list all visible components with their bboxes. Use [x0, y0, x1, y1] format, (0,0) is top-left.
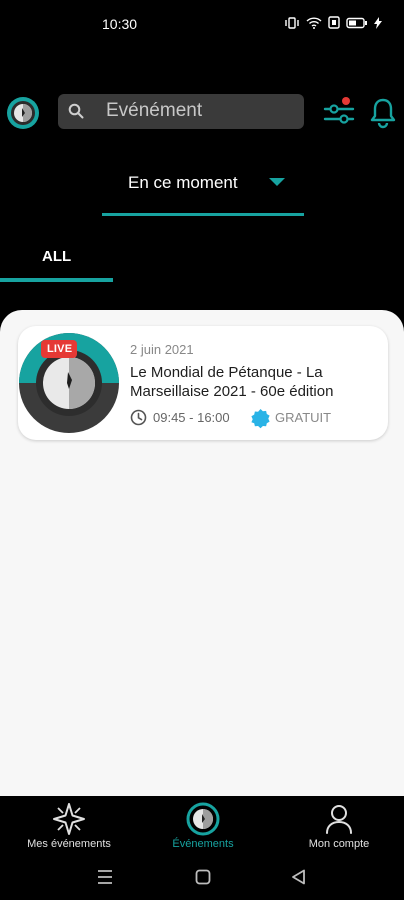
- nav-label: Mon compte: [308, 838, 370, 850]
- clock-icon: [130, 409, 147, 426]
- sim-icon: [328, 16, 340, 29]
- period-label: En ce moment: [128, 173, 238, 192]
- filter-icon[interactable]: [322, 96, 356, 130]
- price-tag-icon: [251, 409, 270, 429]
- live-badge: LIVE: [41, 340, 78, 358]
- nav-mon-compte[interactable]: Mon compte: [274, 796, 404, 856]
- menu-icon[interactable]: [96, 868, 114, 886]
- header: [0, 88, 404, 138]
- battery-icon: [346, 17, 367, 28]
- back-icon[interactable]: [290, 868, 308, 886]
- charging-icon: [374, 16, 382, 29]
- vibrate-icon: [285, 16, 299, 29]
- status-icons: [284, 16, 382, 29]
- system-nav-bar: [0, 856, 404, 900]
- event-title: Le Mondial de Pétanque - La Marseillaise…: [130, 364, 334, 400]
- event-price: GRATUIT: [275, 410, 332, 425]
- bell-icon[interactable]: [368, 96, 398, 130]
- event-card[interactable]: LIVE 2 juin 2021 Le Mondial de Pétanque …: [18, 326, 388, 440]
- nav-mes-evenements[interactable]: Mes événements: [4, 796, 134, 856]
- search-box[interactable]: [58, 94, 304, 129]
- status-time: 10:30: [102, 16, 138, 32]
- user-icon: [326, 805, 352, 834]
- app-logo-icon: [186, 802, 220, 836]
- nav-label: Événements: [172, 838, 234, 850]
- nav-label: Mes événements: [27, 838, 111, 850]
- bottom-nav: Mes événements Événements Mon compte: [0, 796, 404, 856]
- status-bar: 10:30: [0, 0, 404, 50]
- event-date: 2 juin 2021: [130, 342, 194, 357]
- wifi-icon: [306, 16, 322, 29]
- app-logo-icon[interactable]: [6, 96, 40, 130]
- event-time: 09:45 - 16:00: [153, 410, 230, 425]
- caret-down-icon: [269, 178, 285, 186]
- tab-all[interactable]: ALL: [0, 238, 113, 282]
- home-icon[interactable]: [194, 868, 212, 886]
- event-list: LIVE 2 juin 2021 Le Mondial de Pétanque …: [0, 310, 404, 796]
- search-input[interactable]: [106, 98, 296, 124]
- search-icon: [68, 103, 84, 119]
- sparkle-icon: [53, 803, 85, 835]
- period-dropdown[interactable]: En ce moment: [102, 160, 304, 216]
- tab-all-label: ALL: [42, 248, 72, 265]
- nav-evenements[interactable]: Événements: [138, 796, 268, 856]
